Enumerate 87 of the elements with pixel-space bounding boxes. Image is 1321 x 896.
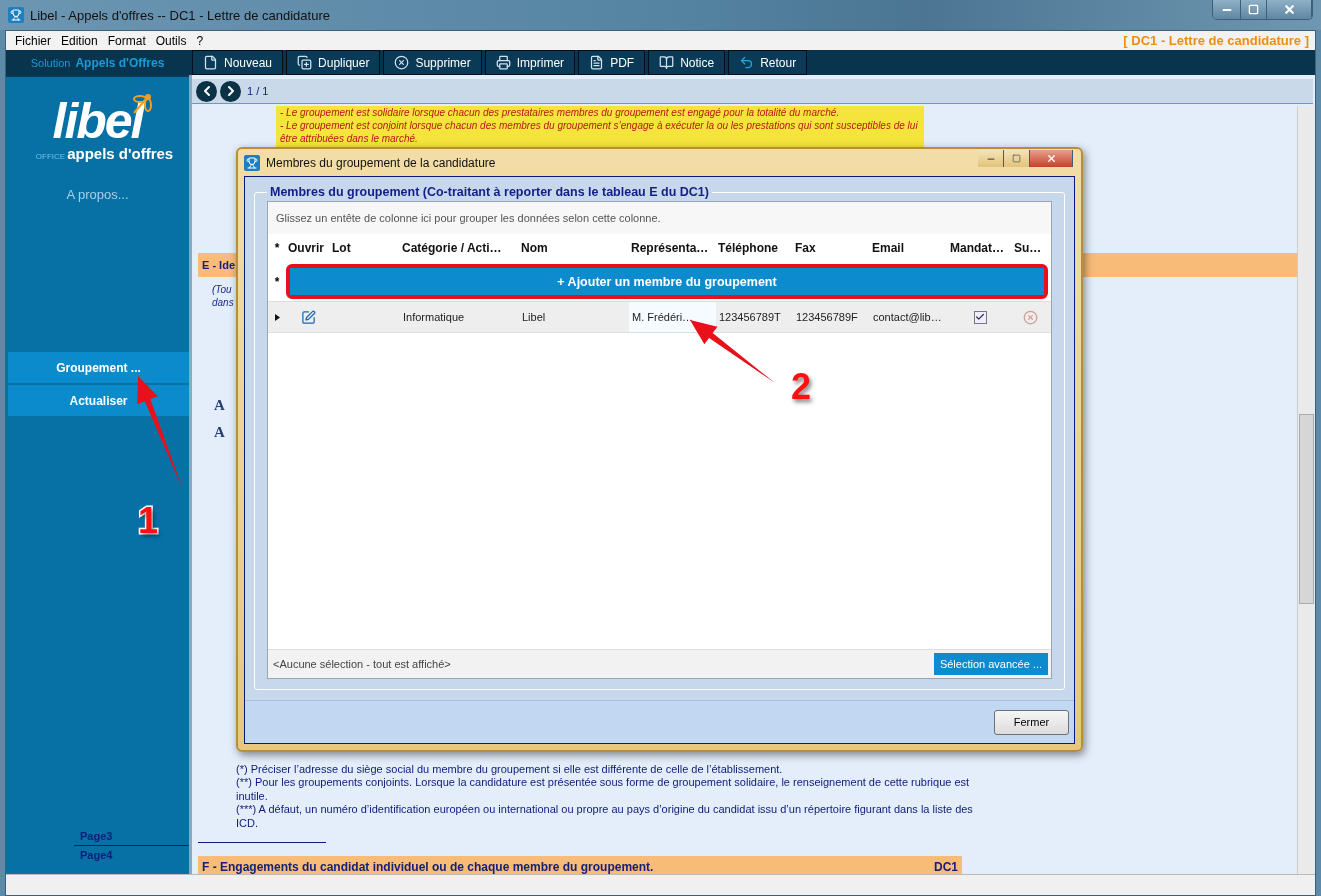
toolbar-button[interactable]: Retour [728,50,808,75]
column-header[interactable]: Fax [793,234,870,262]
notice-text: - Le groupement est solidaire lorsque chacun des prestataires membres du groupement est engagé pour la totalité du marché. [280,106,841,119]
toolbar-button[interactable]: Supprimer [383,50,482,75]
printer-icon [495,55,511,70]
minimize-button[interactable] [1213,0,1241,19]
undo-arrow-icon [739,55,755,70]
toolbar-button[interactable]: Dupliquer [286,50,381,75]
dialog-title: Membres du groupement de la candidature [266,155,496,170]
document-icon [203,55,218,70]
menu-item[interactable]: Edition [56,33,103,48]
trophy-icon [244,154,260,171]
page-counter: 1 / 1 [247,85,269,97]
selection-status: <Aucune sélection - tout est affiché> [273,658,451,670]
footnote-text: (*) Préciser l’adresse du siège social du membre du groupement si elle est différente de celle de l’établissement. [236,762,784,777]
minimize-button[interactable] [978,150,1004,167]
row-indicator-icon [274,313,280,321]
group-panel-hint: Glissez un entête de colonne ici pour grouper les données selon cette colonne. [268,202,1051,234]
column-header[interactable]: Lot [330,234,400,262]
section-title: E - Ide [202,259,235,271]
table-cell: M. Frédéri… [629,302,716,332]
group-title: Membres du groupement (Co-traitant à reporter dans le tableau E du DC1) [269,185,710,199]
column-header[interactable]: Téléphone [716,234,793,262]
section-title: F - Engagements du candidat individuel ou de chaque membre du groupement. [202,860,654,874]
column-header[interactable]: Mandat… [948,234,1012,262]
table-cell-text: contact@lib… [872,311,943,323]
solution-label: Solution [30,56,71,69]
trophy-icon [8,7,24,23]
circle-x-icon [394,55,410,70]
advanced-selection-button[interactable]: Sélection avancée ... [933,653,1048,675]
book-icon [659,55,675,70]
menu-item[interactable]: Format [102,33,151,48]
row-header-mark: * [273,241,281,255]
previous-button[interactable] [196,80,217,102]
text-fragment: dans [212,295,234,309]
maximize-button[interactable] [1241,0,1267,19]
add-member-button[interactable]: + Ajouter un membre du groupement [290,268,1044,295]
logo-text: libel [52,97,143,145]
maximize-icon [1012,154,1021,163]
notice-text: - Le groupement est conjoint lorsque chacun des membres du groupement s’engage à exécuter la ou les prestations qui sont susceptibles de lui être attribuées dans le marché. [280,119,919,145]
toolbar-button[interactable]: Imprimer [484,50,576,75]
close-button[interactable] [1030,150,1073,167]
logo-subtext: OFFICE [35,152,66,161]
column-header[interactable]: Ouvrir [286,234,330,262]
menu-item[interactable]: Fichier [10,33,56,48]
window-title: Libel - Appels d'offres -- DC1 - Lettre de candidature [30,7,330,23]
copy-plus-icon [297,55,313,70]
column-header[interactable]: Email [870,234,948,262]
solution-name: Appels d'Offres [75,55,165,70]
sidebar-button[interactable]: Actualiser [8,385,189,416]
footnote-text: (***) A défaut, un numéro d’identification européen ou international ou propre au pays d’origine du candidat issu d’un répertoire figurant dans la liste des ICD. [236,803,974,831]
menu-item[interactable]: ? [191,33,209,48]
document-title: [ DC1 - Lettre de candidature ] [1123,33,1310,48]
toolbar-button[interactable]: Nouveau [192,50,284,75]
close-dialog-button[interactable]: Fermer [994,709,1069,735]
maximize-icon [1248,4,1259,15]
sidebar-button[interactable]: Groupement ... [8,352,189,383]
text-fragment: (Tou [212,282,232,296]
column-header[interactable]: Su… [1012,234,1048,262]
column-header[interactable]: Catégorie / Acti… [400,234,519,262]
close-icon [1282,3,1296,16]
checkbox[interactable] [973,310,987,324]
logo-product-text: appels d'offres [67,145,174,162]
next-button[interactable] [220,80,241,102]
footnote-text: (**) Pour les groupements conjoints. Lorsque la candidature est présentée sous forme de groupement solidaire, le renseignement de cette rubrique est inutile. [236,776,971,804]
annotation-number: 2 [791,366,812,408]
column-header[interactable]: Nom [519,234,629,262]
toolbar-button[interactable]: Notice [648,50,726,75]
check-icon [975,312,985,322]
row-header-mark: * [273,274,281,289]
table-cell-text: 123456789T [718,311,782,323]
vertical-scrollbar[interactable] [1297,106,1315,874]
font-size-button[interactable]: A [214,423,225,441]
table-cell-text: Libel [521,311,547,323]
column-header[interactable]: Représenta… [629,234,716,262]
menu-item[interactable]: Outils [150,33,192,48]
close-icon [1045,153,1057,164]
pdf-file-icon [589,55,605,70]
section-code: DC1 [934,860,958,874]
table-cell-text: 123456789F [795,311,859,323]
table-cell-text: Informatique [402,311,466,323]
annotation-number: 1 [138,500,159,542]
toolbar-button[interactable]: PDF [578,50,646,75]
maximize-button[interactable] [1004,150,1030,167]
font-size-button[interactable]: A [214,396,225,414]
close-button[interactable] [1267,0,1312,19]
edit-icon[interactable] [300,309,316,325]
